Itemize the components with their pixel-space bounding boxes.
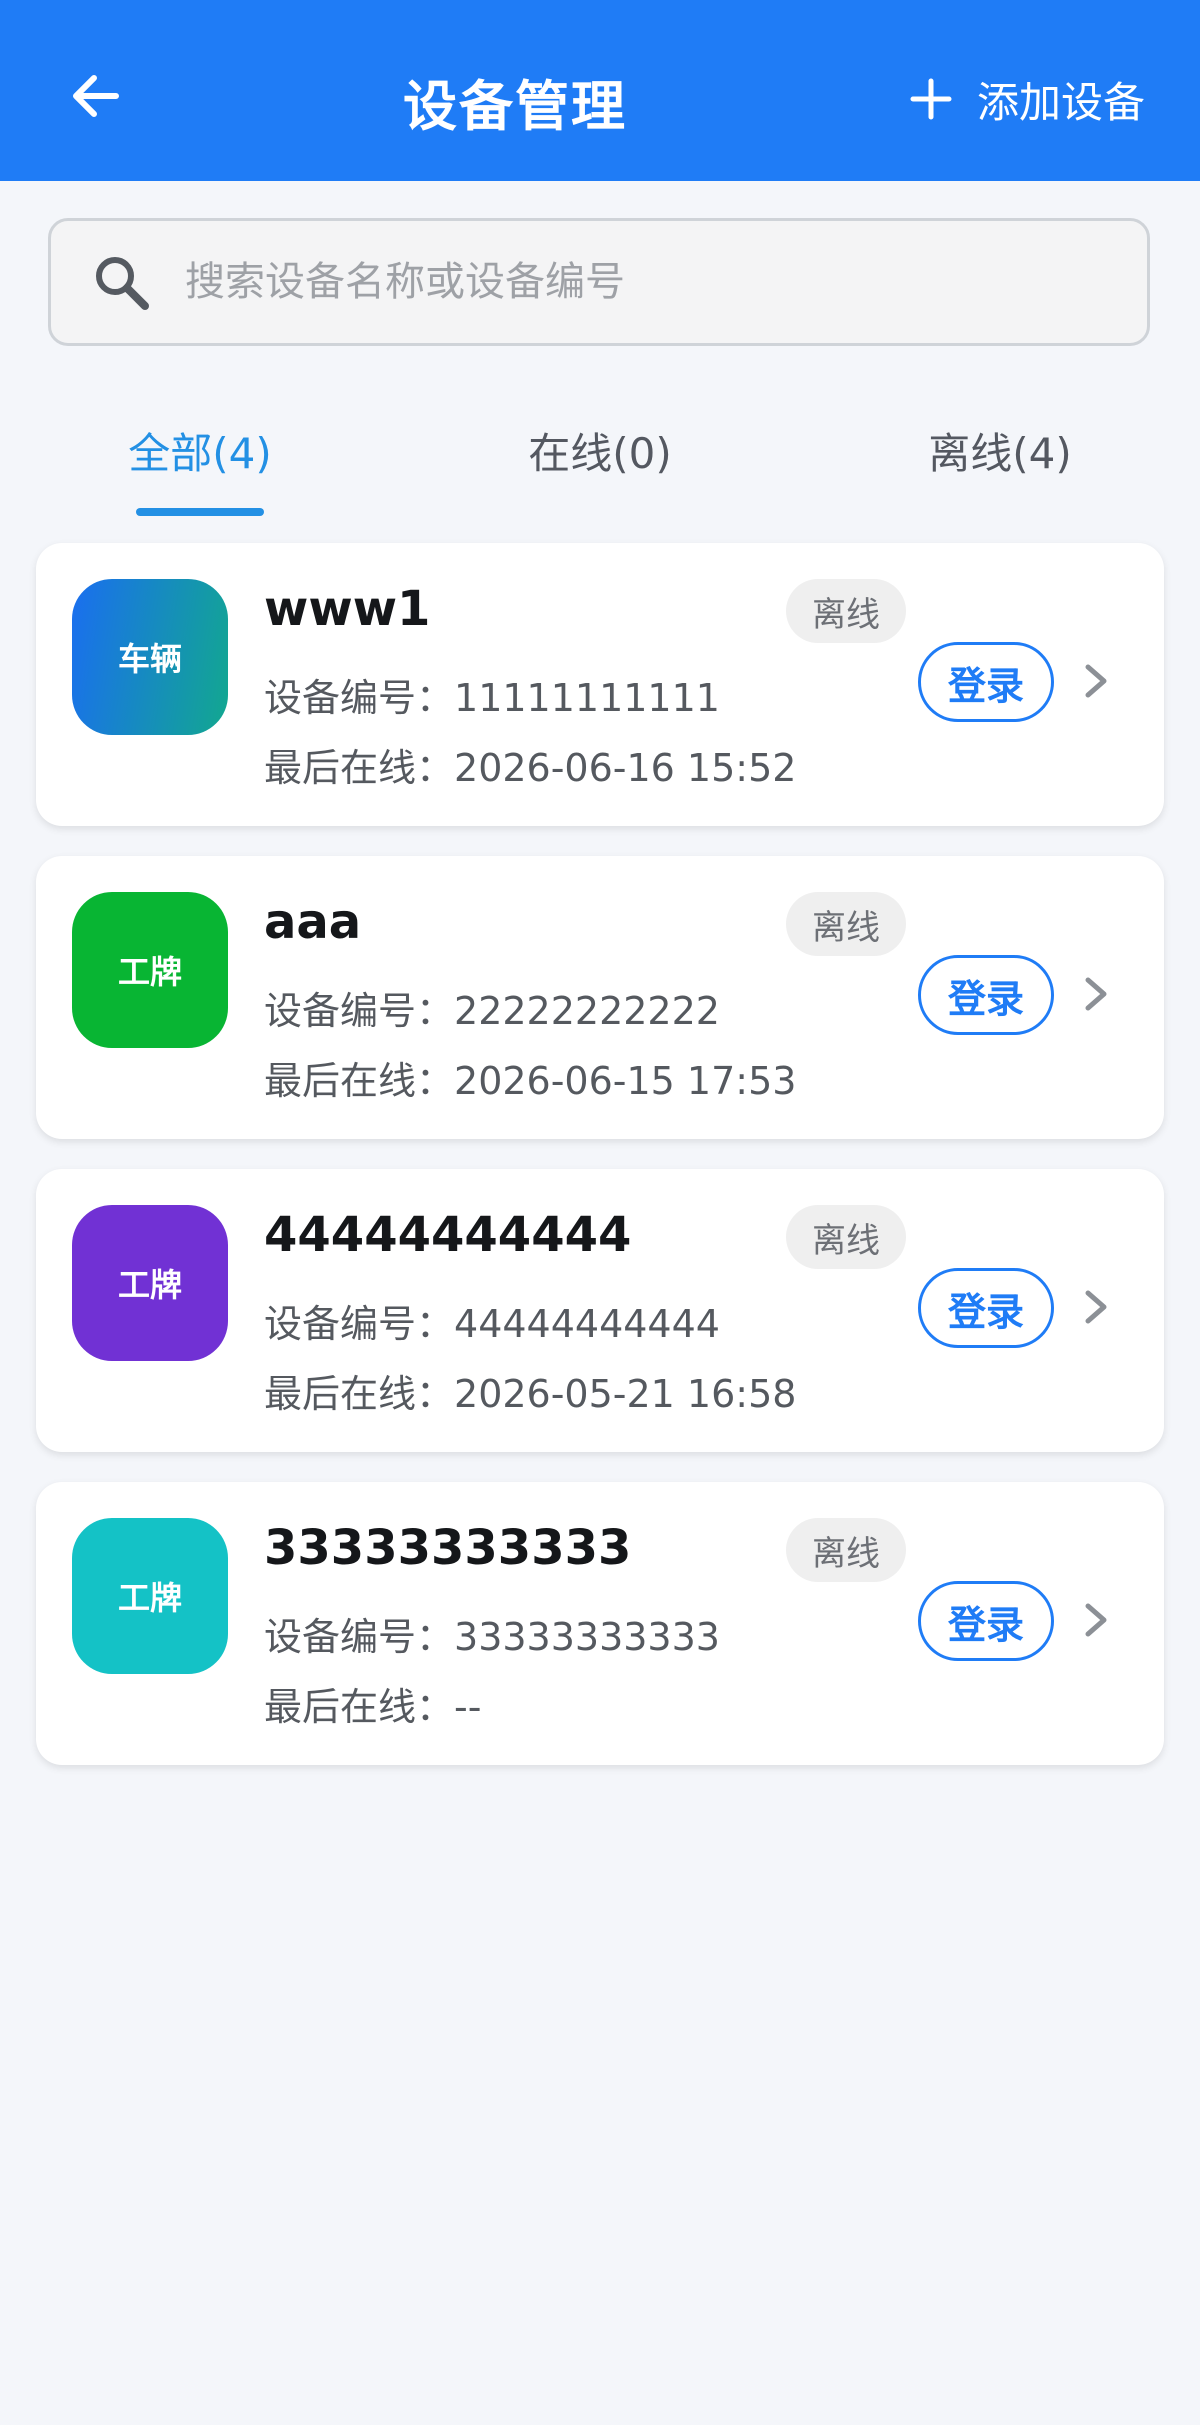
device-id-row: 设备编号：22222222222 bbox=[264, 980, 720, 1035]
add-device-label: 添加设备 bbox=[976, 77, 1145, 127]
login-button[interactable]: 登录 bbox=[918, 642, 1054, 722]
device-name: 44444444444 bbox=[264, 1207, 632, 1263]
chevron-right-icon[interactable] bbox=[1076, 1285, 1116, 1329]
last-online-value: -- bbox=[454, 1685, 482, 1729]
device-id-value: 33333333333 bbox=[454, 1615, 720, 1659]
status-badge: 离线 bbox=[786, 579, 906, 643]
login-button[interactable]: 登录 bbox=[918, 1268, 1054, 1348]
last-online-row: 最后在线：2026-05-21 16:58 bbox=[264, 1363, 796, 1418]
device-id-label: 设备编号： bbox=[264, 1302, 455, 1346]
device-card[interactable]: 工牌 44444444444 设备编号：44444444444 最后在线：202… bbox=[36, 1169, 1164, 1452]
chevron-right-icon[interactable] bbox=[1076, 1598, 1116, 1642]
device-id-label: 设备编号： bbox=[264, 1615, 455, 1659]
device-name: www1 bbox=[264, 581, 431, 637]
status-tabs: 全部(4) 在线(0) 离线(4) bbox=[0, 380, 1200, 520]
device-card[interactable]: 工牌 aaa 设备编号：22222222222 最后在线：2026-06-15 … bbox=[36, 856, 1164, 1139]
device-id-row: 设备编号：33333333333 bbox=[264, 1606, 720, 1661]
status-badge: 离线 bbox=[786, 892, 906, 956]
add-device-button[interactable]: 添加设备 bbox=[907, 66, 1145, 132]
tab-all[interactable]: 全部(4) bbox=[128, 420, 272, 481]
device-type-avatar: 车辆 bbox=[72, 579, 228, 735]
last-online-value: 2026-06-16 15:52 bbox=[454, 746, 797, 790]
device-type-avatar: 工牌 bbox=[72, 1205, 228, 1361]
status-badge: 离线 bbox=[786, 1518, 906, 1582]
device-name: aaa bbox=[264, 894, 362, 950]
chevron-right-icon[interactable] bbox=[1076, 659, 1116, 703]
device-id-value: 11111111111 bbox=[454, 676, 720, 720]
tab-offline[interactable]: 离线(4) bbox=[928, 420, 1072, 481]
device-id-row: 设备编号：44444444444 bbox=[264, 1293, 720, 1348]
last-online-value: 2026-05-21 16:58 bbox=[454, 1372, 797, 1416]
tab-active-indicator bbox=[136, 508, 264, 516]
device-id-value: 44444444444 bbox=[454, 1302, 720, 1346]
device-card[interactable]: 车辆 www1 设备编号：11111111111 最后在线：2026-06-16… bbox=[36, 543, 1164, 826]
login-button[interactable]: 登录 bbox=[918, 955, 1054, 1035]
last-online-label: 最后在线： bbox=[264, 746, 455, 790]
login-button[interactable]: 登录 bbox=[918, 1581, 1054, 1661]
device-type-avatar: 工牌 bbox=[72, 892, 228, 1048]
app-bar: 设备管理 添加设备 bbox=[0, 0, 1200, 181]
last-online-value: 2026-06-15 17:53 bbox=[454, 1059, 797, 1103]
page-title: 设备管理 bbox=[403, 75, 627, 138]
last-online-label: 最后在线： bbox=[264, 1685, 455, 1729]
device-type-avatar: 工牌 bbox=[72, 1518, 228, 1674]
last-online-label: 最后在线： bbox=[264, 1372, 455, 1416]
last-online-row: 最后在线：2026-06-15 17:53 bbox=[264, 1050, 796, 1105]
last-online-row: 最后在线：2026-06-16 15:52 bbox=[264, 737, 796, 792]
search-icon bbox=[96, 257, 149, 310]
search-box[interactable] bbox=[48, 218, 1150, 346]
device-card[interactable]: 工牌 33333333333 设备编号：33333333333 最后在线：-- … bbox=[36, 1482, 1164, 1765]
last-online-label: 最后在线： bbox=[264, 1059, 455, 1103]
device-id-row: 设备编号：11111111111 bbox=[264, 667, 720, 722]
tab-online[interactable]: 在线(0) bbox=[528, 420, 672, 481]
device-id-label: 设备编号： bbox=[264, 676, 455, 720]
chevron-right-icon[interactable] bbox=[1076, 972, 1116, 1016]
status-badge: 离线 bbox=[786, 1205, 906, 1269]
device-name: 33333333333 bbox=[264, 1520, 632, 1576]
search-input[interactable] bbox=[183, 258, 1087, 306]
device-id-value: 22222222222 bbox=[454, 989, 720, 1033]
device-id-label: 设备编号： bbox=[264, 989, 455, 1033]
plus-icon bbox=[910, 78, 952, 120]
last-online-row: 最后在线：-- bbox=[264, 1676, 481, 1731]
